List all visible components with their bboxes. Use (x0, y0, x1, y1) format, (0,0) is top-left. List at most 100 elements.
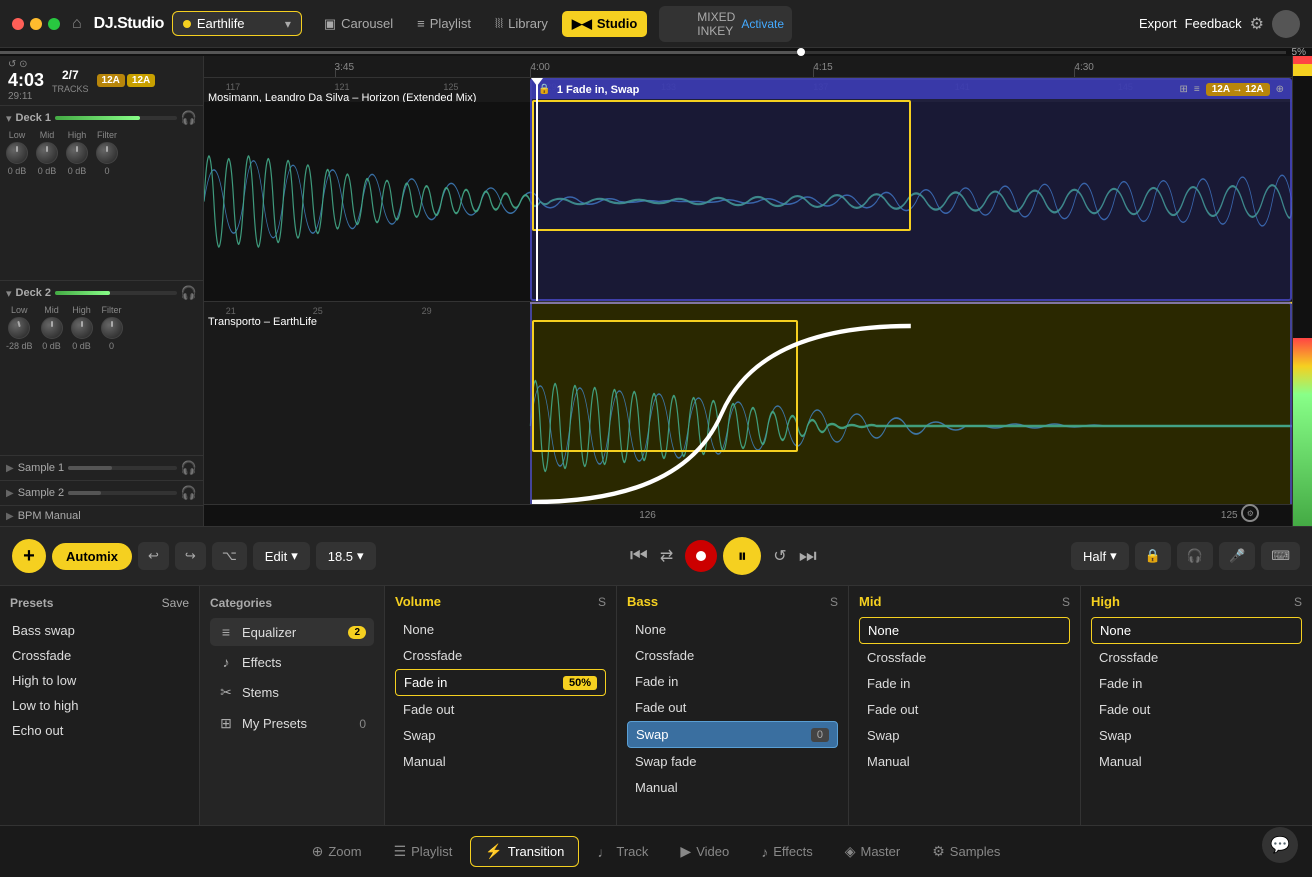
tab-master[interactable]: ◈ Master (831, 837, 915, 866)
bass-crossfade[interactable]: Crossfade (627, 643, 838, 668)
preset-low-to-high[interactable]: Low to high (10, 693, 189, 718)
deck1-volume-bar[interactable] (55, 116, 177, 120)
home-icon[interactable]: ⌂ (72, 15, 82, 33)
tab-transition[interactable]: ⚡ Transition (470, 836, 579, 867)
volume-none[interactable]: None (395, 617, 606, 642)
automix-button[interactable]: Automix (52, 543, 132, 570)
playlist-dropdown[interactable]: Earthlife ▾ (172, 11, 302, 36)
close-button[interactable] (12, 18, 24, 30)
mixedinkey-widget[interactable]: MIXEDINKEY Activate (659, 6, 792, 42)
lock-button[interactable]: 🔒 (1135, 542, 1171, 570)
category-mypresets[interactable]: ⊞ My Presets 0 (210, 709, 374, 738)
deck2-headphone-icon[interactable]: 🎧 (181, 285, 197, 301)
bass-fade-in[interactable]: Fade in (627, 669, 838, 694)
activate-button[interactable]: Activate (741, 17, 784, 31)
preset-echo-out[interactable]: Echo out (10, 718, 189, 743)
volume-manual[interactable]: Manual (395, 749, 606, 774)
nav-carousel[interactable]: ▣ Carousel (314, 11, 403, 37)
settings-icon[interactable]: ⚙ (1250, 14, 1264, 34)
high-swap[interactable]: Swap (1091, 723, 1302, 748)
preset-crossfade[interactable]: Crossfade (10, 643, 189, 668)
deck1-high-knob[interactable] (66, 142, 88, 164)
bpm-settings-icon[interactable]: ⚙ (1241, 504, 1259, 522)
deck1-headphone-icon[interactable]: 🎧 (181, 110, 197, 126)
redo-button[interactable]: ↪ (175, 542, 206, 570)
half-selector[interactable]: Half ▾ (1071, 542, 1129, 570)
nav-playlist[interactable]: ≡ Playlist (407, 11, 481, 37)
deck2-track-row[interactable]: 21 25 29 33 37 41 45 49 53 Transporto – … (204, 302, 1292, 526)
mid-fade-in[interactable]: Fade in (859, 671, 1070, 696)
user-avatar[interactable] (1272, 10, 1300, 38)
chat-button[interactable]: 💬 (1262, 827, 1298, 863)
mid-none[interactable]: None (859, 617, 1070, 644)
preset-bass-swap[interactable]: Bass swap (10, 618, 189, 643)
sample2-headphone-icon[interactable]: 🎧 (181, 485, 197, 501)
loop-button[interactable]: ↺ (767, 540, 792, 572)
tab-effects[interactable]: ♪ Effects (747, 838, 827, 866)
transition-overlay-deck1[interactable]: 🔒 1 Fade in, Swap ⊞ ≡ 12A → 12A ⊕ (530, 78, 1292, 301)
keyboard-button[interactable]: ⌨ (1261, 542, 1300, 570)
high-none[interactable]: None (1091, 617, 1302, 644)
mic-button[interactable]: 🎤 (1219, 542, 1255, 570)
edit-button[interactable]: Edit ▾ (253, 542, 310, 570)
bass-none[interactable]: None (627, 617, 838, 642)
mid-s-button[interactable]: S (1062, 595, 1070, 609)
bass-manual[interactable]: Manual (627, 775, 838, 800)
volume-fade-in[interactable]: Fade in 50% (395, 669, 606, 696)
deck1-filter-knob[interactable] (96, 142, 118, 164)
high-fade-in[interactable]: Fade in (1091, 671, 1302, 696)
bass-swap-fade[interactable]: Swap fade (627, 749, 838, 774)
mid-manual[interactable]: Manual (859, 749, 1070, 774)
next-button[interactable]: ⏭ (799, 545, 817, 568)
high-manual[interactable]: Manual (1091, 749, 1302, 774)
category-stems[interactable]: ✂ Stems (210, 678, 374, 707)
maximize-button[interactable] (48, 18, 60, 30)
tab-video[interactable]: ▶ Video (666, 837, 743, 866)
shuffle-button[interactable]: ⇄ (654, 540, 679, 572)
volume-fade-out[interactable]: Fade out (395, 697, 606, 722)
deck1-track-row[interactable]: 117 121 125 129 133 137 141 145 Mosimann… (204, 78, 1292, 302)
nav-library[interactable]: ⦚⦚⦚ Library (485, 11, 558, 37)
bpm-expand-icon[interactable]: ▶ (6, 511, 14, 522)
bpm-selector[interactable]: 18.5 ▾ (316, 542, 376, 570)
deck2-mid-knob[interactable] (41, 317, 63, 339)
volume-swap[interactable]: Swap (395, 723, 606, 748)
category-equalizer[interactable]: ≡ Equalizer 2 (210, 618, 374, 646)
bass-fade-out[interactable]: Fade out (627, 695, 838, 720)
bass-s-button[interactable]: S (830, 595, 838, 609)
sample2-expand-icon[interactable]: ▶ (6, 488, 14, 499)
progress-bar-area[interactable]: 5% (0, 48, 1312, 56)
play-pause-button[interactable]: ⏸ (723, 537, 761, 575)
progress-thumb[interactable] (797, 48, 805, 56)
volume-crossfade[interactable]: Crossfade (395, 643, 606, 668)
sample2-bar[interactable] (68, 491, 177, 495)
mid-swap[interactable]: Swap (859, 723, 1070, 748)
snap-button[interactable]: ⌥ (212, 542, 247, 570)
record-button[interactable] (685, 540, 717, 572)
progress-track[interactable] (0, 51, 1286, 54)
tab-playlist[interactable]: ☰ Playlist (380, 837, 467, 866)
sample1-expand-icon[interactable]: ▶ (6, 463, 14, 474)
undo-button[interactable]: ↩ (138, 542, 169, 570)
deck1-low-knob[interactable] (6, 142, 28, 164)
tab-zoom[interactable]: ⊕ Zoom (298, 837, 376, 866)
high-s-button[interactable]: S (1294, 595, 1302, 609)
high-crossfade[interactable]: Crossfade (1091, 645, 1302, 670)
deck1-mid-knob[interactable] (36, 142, 58, 164)
minimize-button[interactable] (30, 18, 42, 30)
add-button[interactable]: + (12, 539, 46, 573)
volume-s-button[interactable]: S (598, 595, 606, 609)
sample1-headphone-icon[interactable]: 🎧 (181, 460, 197, 476)
export-button[interactable]: Export (1139, 16, 1177, 31)
save-button[interactable]: Save (162, 596, 189, 610)
prev-button[interactable]: ⏮ (630, 545, 648, 568)
mid-fade-out[interactable]: Fade out (859, 697, 1070, 722)
tab-samples[interactable]: ⚙ Samples (918, 837, 1014, 866)
headphones-button[interactable]: 🎧 (1177, 542, 1213, 570)
high-fade-out[interactable]: Fade out (1091, 697, 1302, 722)
deck2-volume-bar[interactable] (55, 291, 177, 295)
deck2-low-knob[interactable] (8, 317, 30, 339)
deck2-filter-knob[interactable] (101, 317, 123, 339)
deck2-high-knob[interactable] (71, 317, 93, 339)
sample1-bar[interactable] (68, 466, 177, 470)
